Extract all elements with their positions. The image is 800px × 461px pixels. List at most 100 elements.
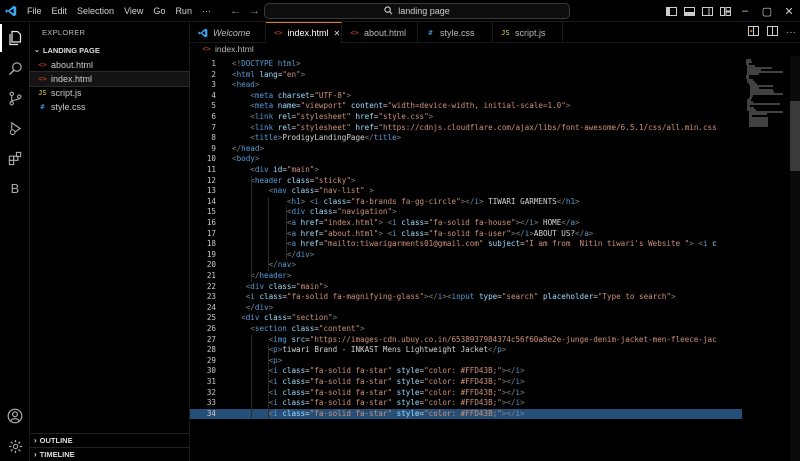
account-icon[interactable] [0, 402, 30, 430]
indent-guide [268, 196, 269, 271]
source-control-icon[interactable] [0, 84, 30, 112]
code-line[interactable]: 31 <i class="fa-solid fa-star" style="co… [190, 377, 742, 388]
code-line[interactable]: 2 <html lang="en"> [190, 70, 742, 81]
close-icon[interactable]: ✕ [778, 0, 800, 22]
tab-about-html[interactable]: <> about.html [342, 22, 418, 43]
tab-style-css[interactable]: # style.css [418, 22, 493, 43]
line-number: 3 [211, 80, 216, 90]
scrollbar-thumb[interactable] [790, 101, 800, 171]
search-icon[interactable] [0, 54, 30, 82]
line-number: 26 [206, 324, 216, 333]
menu-bar: File Edit Selection View Go Run ··· [22, 0, 216, 22]
code-line[interactable]: 4 <meta charset="UTF-8"> [190, 91, 742, 102]
line-number: 28 [206, 345, 216, 355]
timeline-section[interactable]: › TIMELINE [30, 447, 190, 461]
code-editor[interactable]: 1 <!DOCTYPE html> 2 <html lang="en"> 3 <head>… [190, 56, 800, 461]
back-arrow-icon[interactable]: ← [230, 5, 241, 17]
code-line[interactable]: 33 <i class="fa-solid fa-star" style="co… [190, 398, 742, 409]
code-line[interactable]: 27 <img src="https://images-cdn.ubuy.co.… [190, 335, 742, 346]
code-line[interactable]: 22 <div class="main"> [190, 282, 742, 293]
code-line[interactable]: 32 <i class="fa-solid fa-star" style="co… [190, 388, 742, 399]
command-center[interactable]: landing page [264, 3, 570, 19]
sidebar-title: EXPLORER [42, 28, 86, 37]
code-line[interactable]: 29 <p> [190, 356, 742, 367]
b-icon[interactable]: B [0, 174, 30, 202]
ellipsis-icon[interactable]: ··· [197, 0, 216, 22]
minimap-row [750, 93, 784, 95]
maximize-icon[interactable]: ▢ [756, 0, 778, 22]
code-line[interactable]: 28 <p>tiwari Brand - INKAST Mens Lightwe… [190, 345, 742, 356]
split-editor-icon[interactable] [767, 26, 778, 39]
code-line[interactable]: 12 <header class="sticky"> [190, 176, 742, 187]
minimize-icon[interactable]: – [734, 0, 756, 22]
menu-file[interactable]: File [22, 0, 47, 22]
customize-layout-icon[interactable] [718, 0, 732, 22]
menu-selection[interactable]: Selection [72, 0, 119, 22]
code-text: <i class="fa-solid fa-star" style="color… [268, 398, 525, 408]
toggle-secondary-sidebar-icon[interactable] [700, 0, 714, 22]
line-number: 2 [211, 69, 216, 79]
file-script-js[interactable]: JS script.js [30, 86, 189, 100]
code-line[interactable]: 11 <div id="main"> [190, 165, 742, 176]
code-line[interactable]: 8 <title>ProdigyLandingPage</title> [190, 133, 742, 144]
tab-script-js[interactable]: JS script.js [493, 22, 563, 43]
minimap-row [747, 73, 759, 75]
code-line[interactable]: 20 </nav> [190, 260, 742, 271]
menu-go[interactable]: Go [148, 0, 170, 22]
toggle-sidebar-icon[interactable] [664, 0, 678, 22]
code-line[interactable]: 14 <h1> <i class="fa-brands fa-gg-circle… [190, 197, 742, 208]
code-line[interactable]: 10 <body> [190, 154, 742, 165]
minimap[interactable] [742, 56, 790, 136]
toggle-panel-icon[interactable] [682, 0, 696, 22]
code-line[interactable]: 13 <nav class="nav-list" > [190, 186, 742, 197]
code-line[interactable]: 7 <link rel="stylesheet" href="https://c… [190, 123, 742, 134]
code-line[interactable]: 6 <link rel="stylesheet" href="style.css… [190, 112, 742, 123]
code-line[interactable]: 21 </header> [190, 271, 742, 282]
code-line[interactable]: 19 </div> [190, 250, 742, 261]
code-line[interactable]: 5 <meta name="viewport" content="width=d… [190, 101, 742, 112]
forward-arrow-icon[interactable]: → [249, 5, 260, 17]
open-preview-icon[interactable] [748, 26, 759, 39]
file-about-html[interactable]: <> about.html [30, 58, 189, 72]
code-text: <h1> <i class="fa-brands fa-gg-circle"><… [286, 196, 580, 206]
code-line[interactable]: 9 </head> [190, 144, 742, 155]
editor-scrollbar[interactable] [790, 56, 800, 461]
tab-welcome[interactable]: Welcome [190, 22, 266, 43]
code-line[interactable]: 15 <div class="navigation"> [190, 207, 742, 218]
explorer-icon[interactable] [0, 24, 30, 52]
line-number: 30 [206, 366, 216, 376]
code-line[interactable]: 34 <i class="fa-solid fa-star" style="co… [190, 408, 742, 420]
js-file-icon: JS [38, 89, 47, 97]
code-line[interactable]: 26 <section class="content"> [190, 324, 742, 335]
tab-index-html[interactable]: <> index.html ✕ [266, 22, 342, 43]
extensions-icon[interactable] [0, 144, 30, 172]
indent-guide [286, 207, 287, 261]
menu-run[interactable]: Run [170, 0, 197, 22]
close-tab-icon[interactable]: ✕ [333, 29, 340, 38]
run-debug-icon[interactable] [0, 114, 30, 142]
menu-view[interactable]: View [119, 0, 148, 22]
code-text: </div> [245, 302, 274, 312]
folder-landing-page[interactable]: ⌄ LANDING PAGE [30, 44, 189, 58]
chevron-right-icon: › [34, 449, 37, 459]
code-line[interactable]: 25 <div class="section"> [190, 313, 742, 324]
settings-icon[interactable] [0, 432, 30, 460]
line-number: 15 [206, 207, 216, 217]
code-line[interactable]: 16 <a href="index.html"> <i class="fa-so… [190, 218, 742, 229]
file-style-css[interactable]: # style.css [30, 100, 189, 114]
code-text: <meta charset="UTF-8"> [250, 90, 351, 100]
menu-edit[interactable]: Edit [47, 0, 73, 22]
code-line[interactable]: 23 <i class="fa-solid fa-magnifying-glas… [190, 292, 742, 303]
line-number: 25 [206, 313, 216, 323]
outline-section[interactable]: › OUTLINE [30, 433, 190, 447]
code-line[interactable]: 18 <a href="mailto:tiwarigarments01@gmai… [190, 239, 742, 250]
code-line[interactable]: 24 </div> [190, 303, 742, 314]
file-index-html[interactable]: <> index.html [29, 71, 190, 87]
breadcrumb[interactable]: <> index.html [190, 43, 800, 56]
code-line[interactable]: 17 <a href="about.html"> <i class="fa-so… [190, 229, 742, 240]
code-text: <i class="fa-solid fa-star" style="color… [268, 408, 525, 418]
code-line[interactable]: 30 <i class="fa-solid fa-star" style="co… [190, 366, 742, 377]
code-line[interactable]: 1 <!DOCTYPE html> [190, 59, 742, 70]
more-actions-icon[interactable]: ··· [786, 27, 796, 38]
code-line[interactable]: 3 <head> [190, 80, 742, 91]
